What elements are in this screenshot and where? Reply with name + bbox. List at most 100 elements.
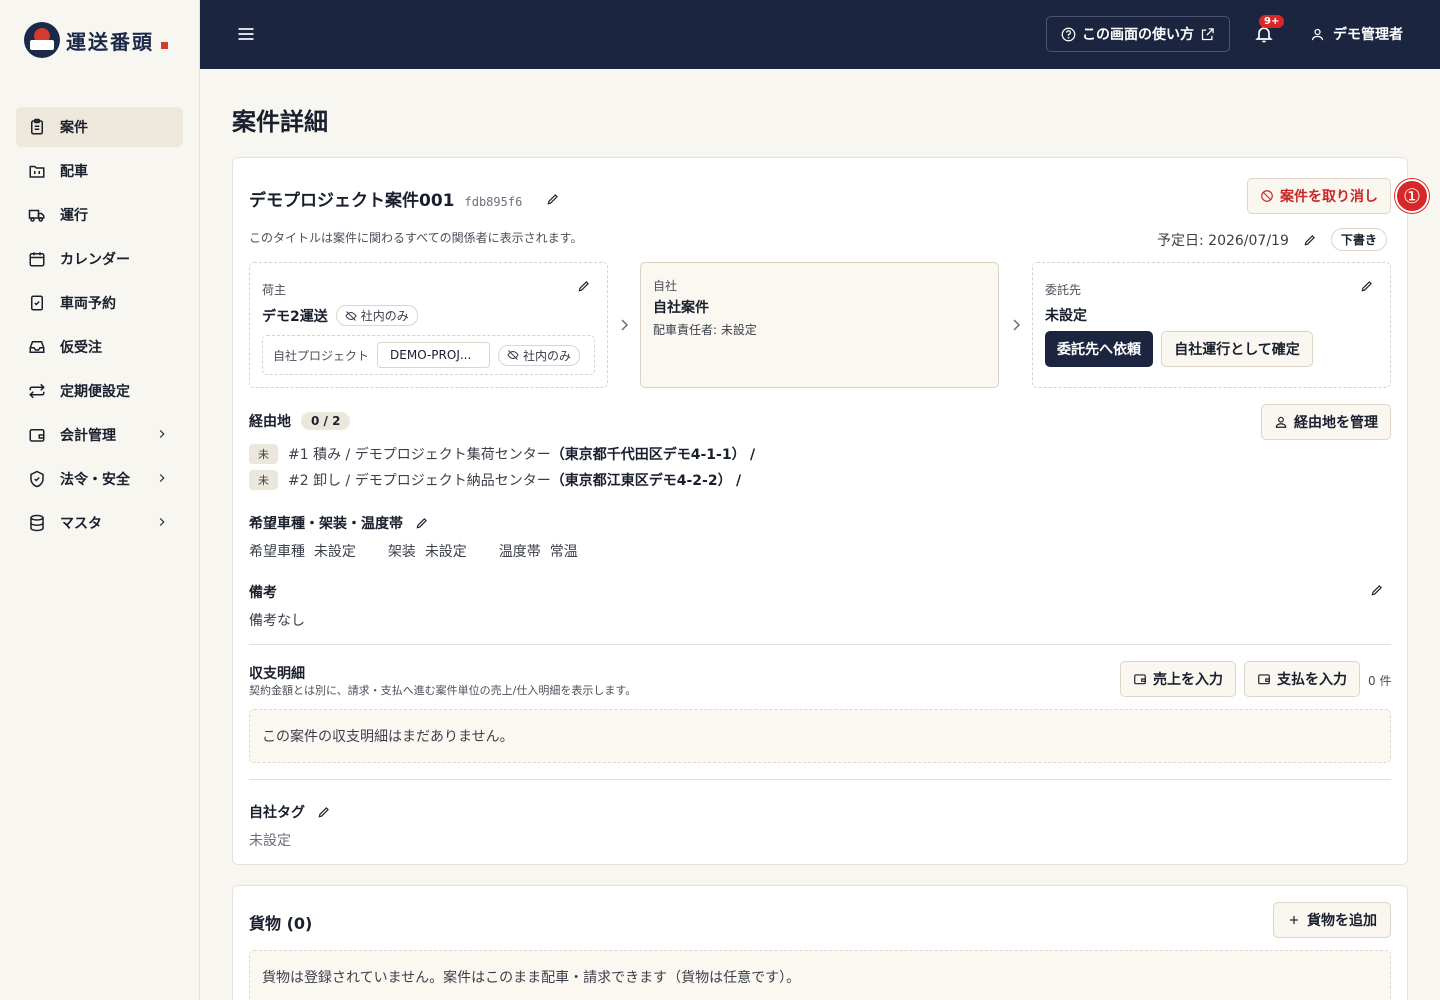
own-project-select[interactable]: DEMO-PROJ... [377, 342, 491, 368]
vehicle-type-label: 希望車種 [249, 544, 305, 560]
own-project-label: 自社プロジェクト [273, 348, 370, 363]
sidebar-item-vehicle-booking[interactable]: 車両予約 [16, 283, 183, 323]
waypoint-address: （東京都江東区デモ4-2-2） [550, 473, 732, 489]
project-visibility-chip: 社内のみ [498, 344, 581, 366]
waypoint-text: #1 積み / デモプロジェクト集荷センター [288, 447, 551, 463]
status-badge: 下書き [1330, 228, 1387, 251]
sidebar-item-label: マスタ [60, 516, 102, 532]
finance-title: 収支明細 [249, 666, 305, 682]
request-contractor-button[interactable]: 委託先へ依頼 [1045, 331, 1153, 367]
sidebar-item-compliance[interactable]: 法令・安全 [16, 459, 183, 499]
tags-title: 自社タグ [249, 805, 305, 821]
edit-notes-pencil-icon[interactable] [1370, 583, 1384, 597]
cancel-project-label: 案件を取り消し [1280, 189, 1378, 205]
sidebar-item-label: 案件 [60, 120, 88, 136]
divider [249, 779, 1391, 780]
contractor-panel: 委託先 未設定 委託先へ依頼 自社運行として確定 [1032, 262, 1391, 388]
edit-contractor-pencil-icon[interactable] [1360, 279, 1374, 293]
waypoint-tail: / [736, 473, 742, 489]
scheduled-date-row: 予定日: 2026/07/19 下書き [1157, 228, 1387, 251]
step-marker-badge: ① [1395, 179, 1429, 213]
hamburger-menu-icon[interactable] [236, 24, 256, 44]
shield-icon [30, 470, 44, 488]
sidebar-nav: 案件 配車 運行 カレンダー 車両予約 仮受注 定期便設定 会計管理 法令・安全… [16, 107, 183, 547]
sidebar-item-label: 運行 [60, 208, 88, 224]
add-cargo-button[interactable]: 貨物を追加 [1273, 902, 1391, 938]
vehicle-body-value: 未設定 [424, 544, 467, 560]
help-button[interactable]: この画面の使い方 [1046, 16, 1230, 52]
enter-sales-button[interactable]: 売上を入力 [1120, 661, 1236, 697]
waypoint-status-badge: 未 [249, 470, 278, 490]
sidebar-item-dispatch[interactable]: 配車 [16, 151, 183, 191]
edit-title-pencil-icon[interactable] [546, 192, 560, 206]
chevron-right-icon [1013, 319, 1021, 331]
tags-header: 自社タグ [249, 802, 331, 822]
shipper-label: 荷主 [262, 283, 287, 297]
sidebar-item-operations[interactable]: 運行 [16, 195, 183, 235]
sidebar-item-accounting[interactable]: 会計管理 [16, 415, 183, 455]
user-pin-icon [1275, 416, 1287, 428]
waypoint-status-badge: 未 [249, 444, 278, 464]
wallet-icon [1258, 674, 1270, 685]
ban-icon [1261, 190, 1273, 202]
sidebar-item-label: 配車 [60, 164, 88, 180]
enter-sales-label: 売上を入力 [1153, 672, 1223, 688]
waypoints-count: 0 / 2 [301, 412, 351, 430]
app-logo[interactable]: 運送番頭 [24, 22, 168, 58]
enter-payment-button[interactable]: 支払を入力 [1244, 661, 1360, 697]
cargo-card: 貨物 (0) 貨物を追加 貨物は登録されていません。案件はこのまま配車・請求でき… [232, 885, 1408, 1000]
visibility-label: 社内のみ [360, 309, 409, 323]
scheduled-date: 予定日: 2026/07/19 [1157, 232, 1289, 249]
waypoint-row[interactable]: 未 #1 積み / デモプロジェクト集荷センター（東京都千代田区デモ4-1-1）… [249, 444, 755, 464]
visibility-chip: 社内のみ [335, 305, 418, 326]
edit-date-pencil-icon[interactable] [1303, 233, 1317, 247]
user-icon [1311, 28, 1324, 40]
vehicle-title: 希望車種・架装・温度帯 [249, 516, 403, 532]
sidebar-item-label: 車両予約 [60, 296, 116, 312]
sidebar-item-tentative-orders[interactable]: 仮受注 [16, 327, 183, 367]
self-company-panel: 自社 自社案件 配車責任者: 未設定 [640, 262, 999, 388]
repeat-icon [29, 383, 45, 399]
sidebar-item-label: 定期便設定 [60, 384, 130, 400]
dispatch-manager: 配車責任者: 未設定 [653, 323, 757, 337]
sidebar-item-master[interactable]: マスタ [16, 503, 183, 543]
project-detail-card: デモプロジェクト案件001 fdb895f6 案件を取り消し ① このタイトルは… [232, 157, 1429, 865]
confirm-own-operation-button[interactable]: 自社運行として確定 [1161, 331, 1313, 367]
sidebar: 運送番頭 案件 配車 運行 カレンダー 車両予約 仮受注 定期便設定 会計管理 … [0, 0, 200, 1000]
waypoint-row[interactable]: 未 #2 卸し / デモプロジェクト納品センター（東京都江東区デモ4-2-2） … [249, 470, 741, 490]
add-cargo-label: 貨物を追加 [1307, 913, 1377, 929]
project-title-row: デモプロジェクト案件001 fdb895f6 [249, 186, 560, 211]
sidebar-item-label: 法令・安全 [60, 472, 130, 488]
sidebar-item-label: 会計管理 [60, 428, 116, 444]
project-subtitle: このタイトルは案件に関わるすべての関係者に表示されます。 [249, 231, 583, 245]
self-label: 自社 [653, 279, 678, 293]
sidebar-item-recurring[interactable]: 定期便設定 [16, 371, 183, 411]
vehicle-body-label: 架装 [387, 544, 416, 560]
finance-description: 契約金額とは別に、請求・支払へ進む案件単位の売上/仕入明細を表示します。 [249, 684, 637, 697]
user-menu[interactable]: デモ管理者 [1310, 24, 1403, 44]
manage-waypoints-button[interactable]: 経由地を管理 [1261, 404, 1391, 440]
page-title: 案件詳細 [232, 108, 328, 136]
sidebar-item-calendar[interactable]: カレンダー [16, 239, 183, 279]
sidebar-item-cases[interactable]: 案件 [16, 107, 183, 147]
project-hash: fdb895f6 [464, 195, 523, 209]
waypoint-text: #2 卸し / デモプロジェクト納品センター [288, 473, 551, 489]
manage-waypoints-label: 経由地を管理 [1294, 415, 1378, 431]
logo-seal-icon [161, 41, 168, 49]
notes-value: 備考なし [249, 613, 305, 629]
help-label: この画面の使い方 [1082, 27, 1194, 43]
plus-icon [1289, 915, 1299, 925]
cancel-project-button[interactable]: 案件を取り消し [1247, 178, 1391, 214]
logo-mark-icon [24, 22, 60, 58]
edit-shipper-pencil-icon[interactable] [577, 279, 591, 293]
cargo-title: 貨物 (0) [249, 914, 313, 933]
project-title: デモプロジェクト案件001 [249, 191, 455, 211]
vehicle-temp-value: 常温 [549, 544, 578, 560]
edit-tags-pencil-icon[interactable] [317, 805, 331, 819]
help-circle-icon [1061, 27, 1076, 41]
clipboard-check-icon [31, 295, 43, 311]
logo-text: 運送番頭 [66, 29, 154, 54]
tags-value: 未設定 [249, 833, 291, 849]
edit-vehicle-pencil-icon[interactable] [415, 516, 429, 530]
sidebar-item-label: カレンダー [60, 252, 130, 268]
